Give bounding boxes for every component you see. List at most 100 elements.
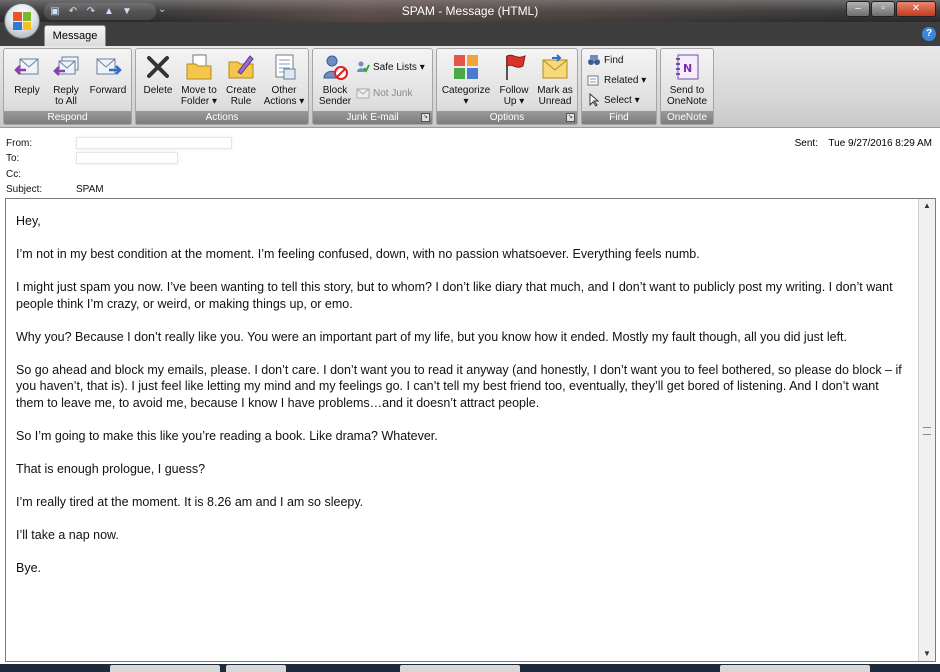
scroll-thumb-grip[interactable]: [923, 427, 931, 435]
group-respond-title: Respond: [4, 111, 131, 124]
move-to-folder-button[interactable]: Move to Folder ▾: [178, 52, 220, 112]
taskbar-button[interactable]: [720, 665, 870, 672]
group-find: Find Related ▾ Select ▾ Find: [581, 48, 657, 125]
group-onenote: N Send to OneNote OneNote: [660, 48, 714, 125]
mark-as-unread-icon: [542, 54, 568, 79]
mark-as-unread-button[interactable]: Mark as Unread: [535, 52, 575, 112]
follow-up-flag-icon: [506, 54, 526, 80]
body-paragraph: I’m not in my best condition at the mome…: [16, 247, 700, 261]
reply-all-button[interactable]: Reply to All: [48, 52, 84, 112]
group-junk-email: Block Sender Safe Lists ▾ Not Junk Junk …: [312, 48, 433, 125]
send-to-onenote-label-1: Send to: [669, 85, 705, 96]
block-sender-label-1: Block: [322, 85, 348, 96]
group-options-title: Options: [437, 111, 577, 124]
find-binoculars-icon: [588, 55, 600, 66]
vertical-scrollbar[interactable]: ▲ ▼: [918, 199, 935, 661]
sent-label: Sent:: [794, 138, 818, 149]
delete-icon: [147, 56, 169, 78]
message-header: From: To: Cc: Subject: SPAM Sent: Tue 9/…: [0, 129, 940, 197]
block-sender-button[interactable]: Block Sender: [316, 52, 354, 112]
mark-as-unread-label-1: Mark as: [537, 85, 573, 96]
scroll-up-arrow-icon[interactable]: ▲: [919, 199, 935, 213]
forward-label: Forward: [89, 85, 127, 96]
select-button[interactable]: Select ▾: [587, 92, 640, 110]
to-label: To:: [6, 153, 20, 164]
close-button[interactable]: ✕: [896, 1, 936, 17]
body-paragraph: I’m really tired at the moment. It is 8.…: [16, 494, 364, 509]
options-launcher[interactable]: ↘: [566, 113, 575, 122]
follow-up-button[interactable]: Follow Up ▾: [495, 52, 533, 112]
related-label: Related ▾: [604, 75, 647, 86]
ribbon: Reply Reply to All Forward Respond Delet…: [0, 46, 940, 128]
categorize-label-2: ▾: [463, 96, 469, 107]
related-button[interactable]: Related ▾: [587, 72, 646, 90]
sent-value: Tue 9/27/2016 8:29 AM: [828, 138, 932, 149]
from-label: From:: [6, 138, 33, 149]
help-icon[interactable]: ?: [922, 27, 936, 41]
create-rule-icon: [228, 55, 254, 79]
other-actions-icon: [275, 54, 296, 80]
body-paragraph: Bye.: [16, 560, 42, 575]
mark-as-unread-label-2: Unread: [538, 96, 572, 107]
categorize-label-1: Categorize: [441, 85, 491, 96]
restore-button[interactable]: ▫: [871, 1, 895, 17]
title-bar: ▣ ↶ ↷ ▲ ▼ ⌄ SPAM - Message (HTML) – ▫ ✕: [0, 0, 940, 22]
find-button[interactable]: Find: [587, 52, 623, 70]
find-label: Find: [604, 55, 624, 66]
send-to-onenote-button[interactable]: N Send to OneNote: [663, 52, 711, 112]
follow-up-label-2: Up ▾: [503, 96, 525, 107]
message-text: Hey, I’m not in my best condition at the…: [16, 213, 906, 593]
not-junk-label: Not Junk: [373, 88, 413, 99]
message-body[interactable]: Hey, I’m not in my best condition at the…: [5, 198, 936, 662]
svg-text:N: N: [683, 62, 692, 75]
select-label: Select ▾: [604, 95, 640, 106]
office-logo-icon: [13, 12, 31, 30]
taskbar-button[interactable]: [400, 665, 520, 672]
related-icon: [587, 75, 599, 86]
body-paragraph: I might just spam you now. I’ve been wan…: [16, 280, 893, 311]
window-title: SPAM - Message (HTML): [401, 4, 539, 18]
not-junk-button[interactable]: Not Junk: [356, 85, 412, 103]
move-to-folder-label-1: Move to: [181, 85, 217, 96]
onenote-icon: N: [676, 54, 699, 80]
reply-all-icon: [53, 56, 79, 76]
ribbon-tab-row: Message ?: [0, 22, 940, 46]
select-cursor-icon: [589, 93, 600, 108]
minimize-button[interactable]: –: [846, 1, 870, 17]
to-redacted: [76, 152, 178, 164]
body-paragraph: So go ahead and block my emails, please.…: [16, 362, 902, 410]
delete-label: Delete: [143, 85, 173, 96]
body-paragraph: Why you? Because I don’t really like you…: [16, 329, 847, 344]
other-actions-button[interactable]: Other Actions ▾: [262, 52, 306, 112]
subject-value: SPAM: [76, 184, 104, 195]
categorize-icon: [454, 55, 478, 79]
scroll-down-arrow-icon[interactable]: ▼: [919, 647, 935, 661]
body-paragraph: That is enough prologue, I guess?: [16, 461, 206, 476]
create-rule-label-2: Rule: [230, 96, 252, 107]
body-paragraph: Hey,: [16, 214, 41, 228]
categorize-button[interactable]: Categorize ▾: [440, 52, 492, 112]
window-controls: – ▫ ✕: [846, 1, 936, 17]
taskbar-button[interactable]: [226, 665, 286, 672]
forward-button[interactable]: Forward: [86, 52, 130, 112]
junk-email-options-launcher[interactable]: ↘: [421, 113, 430, 122]
group-actions-title: Actions: [136, 111, 308, 124]
reply-button[interactable]: Reply: [8, 52, 46, 112]
move-to-folder-label-2: Folder ▾: [180, 96, 218, 107]
delete-button[interactable]: Delete: [140, 52, 176, 112]
taskbar-button[interactable]: [110, 665, 220, 672]
taskbar-strip: [0, 664, 940, 672]
tab-message[interactable]: Message: [44, 25, 106, 46]
follow-up-label-1: Follow: [499, 85, 529, 96]
reply-icon: [14, 58, 39, 75]
group-onenote-title: OneNote: [661, 111, 713, 124]
body-paragraph: So I’m going to make this like you’re re…: [16, 428, 438, 443]
group-junk-email-title: Junk E-mail: [313, 111, 432, 124]
safe-lists-icon: [357, 61, 370, 74]
safe-lists-button[interactable]: Safe Lists ▾: [356, 59, 425, 77]
create-rule-button[interactable]: Create Rule: [222, 52, 260, 112]
body-paragraph: I’ll take a nap now.: [16, 527, 119, 542]
from-redacted: [76, 137, 232, 149]
move-to-folder-icon: [186, 54, 212, 80]
office-button[interactable]: [4, 3, 40, 39]
